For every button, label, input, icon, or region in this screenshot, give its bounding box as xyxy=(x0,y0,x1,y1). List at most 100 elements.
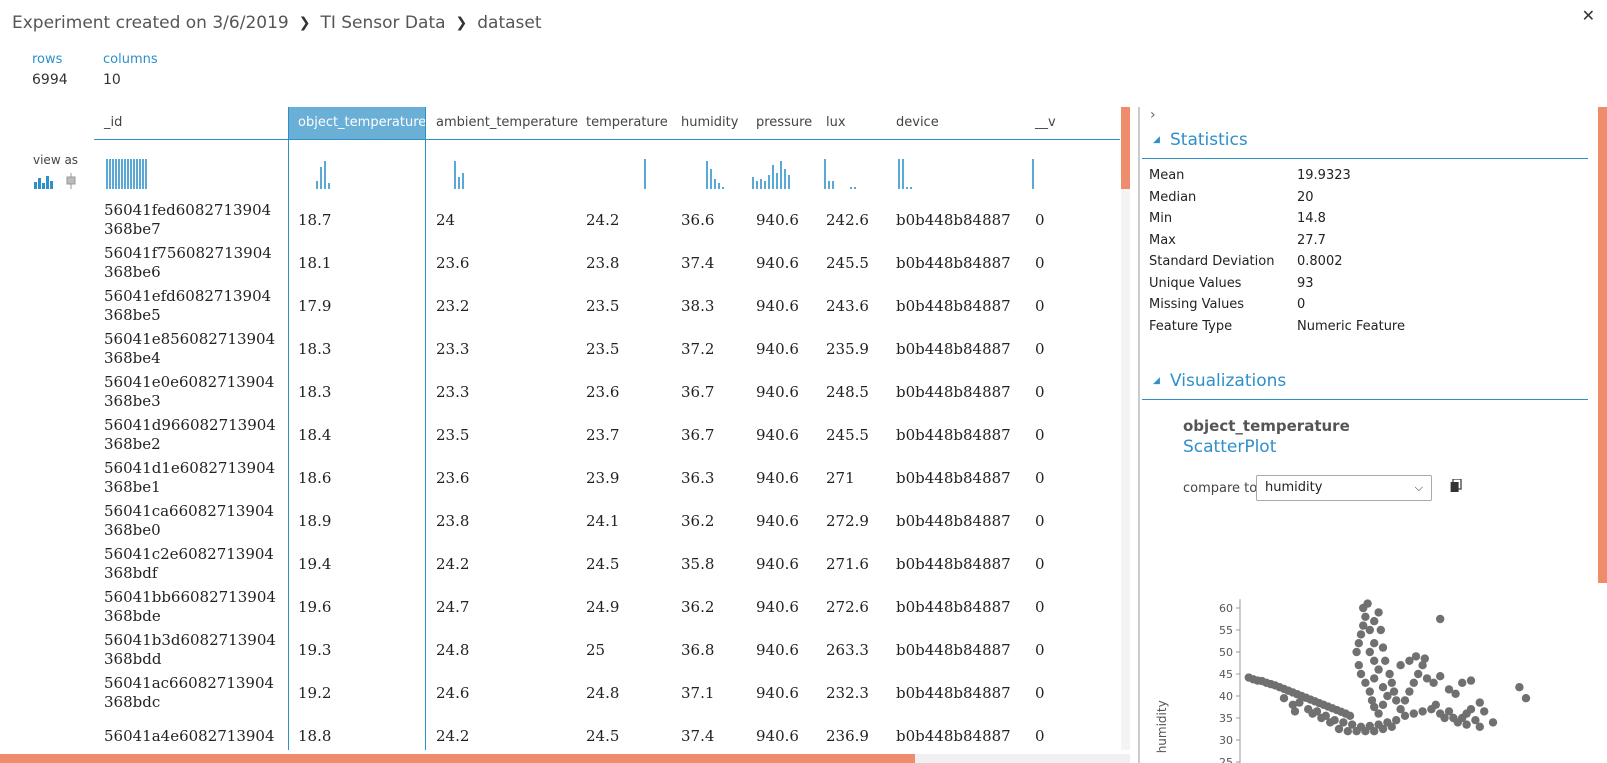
scatter-point xyxy=(1429,678,1438,687)
table-row[interactable]: 56041ca66082713904 368be0 18.9 23.8 24.1 36.2… xyxy=(94,499,1120,542)
column-header[interactable]: lux xyxy=(816,107,886,139)
viz-type-link[interactable]: ScatterPlot xyxy=(1183,437,1276,457)
collapse-triangle-icon[interactable]: ◢ xyxy=(1153,135,1160,145)
cell-object-temperature: 18.6 xyxy=(298,468,332,487)
y-tick-label: 30 xyxy=(1219,734,1233,747)
cell-id: 56041d966082713904 368be2 xyxy=(94,413,288,456)
table-row[interactable]: 56041fed6082713904 368be7 18.7 24 24.2 36.6 94… xyxy=(94,198,1120,241)
scatter-point xyxy=(1409,678,1418,687)
cell---v: 0 xyxy=(1035,296,1045,315)
table-row[interactable]: 56041e0e6082713904 368be3 18.3 23.3 23.6 36.7… xyxy=(94,370,1120,413)
table-row[interactable]: 56041a4e6082713904 18.8 24.2 24.5 37.4 940.6 2… xyxy=(94,714,1120,750)
data-table: _id object_temperature ambient_temperature… xyxy=(94,107,1120,750)
column-histogram[interactable] xyxy=(814,155,874,189)
cell-id-line1: 56041c2e6082713904 xyxy=(104,545,274,563)
column-histogram[interactable] xyxy=(608,155,668,189)
column-header[interactable]: ambient_temperature xyxy=(426,107,578,139)
table-row[interactable]: 56041ac66082713904 368bdc 19.2 24.6 24.8 37.1… xyxy=(94,671,1120,714)
scatter-point xyxy=(1378,724,1388,734)
statistics-title[interactable]: Statistics xyxy=(1170,130,1248,150)
table-row[interactable]: 56041d1e6082713904 368be1 18.6 23.6 23.9 36.3… xyxy=(94,456,1120,499)
breadcrumb-dataset-name[interactable]: TI Sensor Data xyxy=(320,13,445,33)
scatter-point xyxy=(1334,724,1344,734)
table-vertical-scroll-thumb[interactable] xyxy=(1121,107,1130,189)
cell-lux: 242.6 xyxy=(826,210,869,229)
scatter-point xyxy=(1378,700,1388,709)
table-vertical-scrollbar[interactable] xyxy=(1121,107,1130,750)
visualizations-title[interactable]: Visualizations xyxy=(1170,371,1286,391)
table-row[interactable]: 56041e856082713904 368be4 18.3 23.3 23.5 37.2… xyxy=(94,327,1120,370)
column-histogram[interactable] xyxy=(106,155,166,189)
table-row[interactable]: 56041bb66082713904 368bde 19.6 24.7 24.9 36.2… xyxy=(94,585,1120,628)
panel-divider[interactable] xyxy=(1138,107,1140,763)
breadcrumb-experiment[interactable]: Experiment created on 3/6/2019 xyxy=(12,13,289,33)
cell-device: b0b448b84887 xyxy=(896,468,1011,487)
cell-ambient-temperature: 23.2 xyxy=(436,296,470,315)
cell---v: 0 xyxy=(1035,210,1045,229)
scatter-point xyxy=(1378,643,1388,652)
histogram-bar xyxy=(136,159,138,189)
expand-panel-icon[interactable]: › xyxy=(1150,107,1156,123)
column-header[interactable]: object_temperature xyxy=(288,107,426,139)
boxplot-icon[interactable] xyxy=(66,173,76,193)
cell-id-line2: 368be6 xyxy=(104,263,161,281)
column-header[interactable]: _id xyxy=(94,107,288,139)
column-histogram[interactable] xyxy=(888,155,948,189)
column-histogram[interactable] xyxy=(1020,155,1080,189)
cell-ambient-temperature: 24.2 xyxy=(436,726,470,745)
column-header[interactable]: device xyxy=(886,107,1025,139)
column-header[interactable]: temperature xyxy=(576,107,671,139)
column-header[interactable]: __v xyxy=(1025,107,1085,139)
column-histogram[interactable] xyxy=(302,155,362,189)
table-row[interactable]: 56041c2e6082713904 368bdf 19.4 24.2 24.5 35.8… xyxy=(94,542,1120,585)
copy-icon[interactable] xyxy=(1450,478,1462,497)
cell-object-temperature: 18.3 xyxy=(298,382,332,401)
table-row[interactable]: 56041d966082713904 368be2 18.4 23.5 23.7 36.7… xyxy=(94,413,1120,456)
table-horizontal-scroll-thumb[interactable] xyxy=(0,754,915,763)
cell-lux: 235.9 xyxy=(826,339,869,358)
cell-humidity: 35.8 xyxy=(681,554,715,573)
cell-id-line2: 368bdf xyxy=(104,564,158,582)
cell-device: b0b448b84887 xyxy=(896,339,1011,358)
compare-to-label: compare to xyxy=(1183,481,1258,496)
cell-ambient-temperature: 24.6 xyxy=(436,683,470,702)
cell-lux: 272.6 xyxy=(826,597,869,616)
cell-humidity: 37.2 xyxy=(681,339,715,358)
cell-humidity: 36.6 xyxy=(681,210,715,229)
column-histogram[interactable] xyxy=(440,155,500,189)
cell-id-line1: 56041a4e6082713904 xyxy=(104,726,275,745)
cell-device: b0b448b84887 xyxy=(896,425,1011,444)
table-row[interactable]: 56041b3d6082713904 368bdd 19.3 24.8 25 36.8 94… xyxy=(94,628,1120,671)
stat-name: Missing Values xyxy=(1149,297,1245,312)
cell-temperature: 24.9 xyxy=(586,597,620,616)
scatter-point xyxy=(1374,608,1383,617)
cell-temperature: 24.5 xyxy=(586,726,620,745)
histogram-bar xyxy=(1032,159,1034,189)
y-tick-label: 60 xyxy=(1219,602,1233,615)
histogram-icon[interactable] xyxy=(33,174,55,193)
column-header[interactable]: humidity xyxy=(671,107,746,139)
scatter-point xyxy=(1436,672,1445,681)
cell-humidity: 36.7 xyxy=(681,382,715,401)
compare-to-select[interactable]: humidity ⌵ xyxy=(1256,475,1432,501)
column-histogram[interactable] xyxy=(744,155,804,189)
column-header[interactable]: pressure xyxy=(746,107,816,139)
histogram-bar xyxy=(776,173,778,189)
scatter-point xyxy=(1370,639,1379,648)
close-icon[interactable]: ✕ xyxy=(1582,6,1595,25)
cell-id-line1: 56041b3d6082713904 xyxy=(104,631,276,649)
cell---v: 0 xyxy=(1035,339,1045,358)
stat-name: Feature Type xyxy=(1149,318,1233,334)
collapse-triangle-icon[interactable]: ◢ xyxy=(1153,376,1160,386)
scatter-point xyxy=(1378,683,1388,692)
histogram-bar xyxy=(718,183,720,189)
panel-vertical-scroll-thumb[interactable] xyxy=(1598,107,1607,583)
histogram-bar xyxy=(898,159,900,189)
table-row[interactable]: 56041efd6082713904 368be5 17.9 23.2 23.5 38.3… xyxy=(94,284,1120,327)
table-row[interactable]: 56041f756082713904 368be6 18.1 23.6 23.8 37.4… xyxy=(94,241,1120,284)
scatter-point xyxy=(1385,669,1394,679)
cell-id-line1: 56041ac66082713904 xyxy=(104,674,275,692)
column-histogram[interactable] xyxy=(692,155,752,189)
cell-id-line2: 368be5 xyxy=(104,306,161,324)
histogram-bar xyxy=(784,169,786,189)
